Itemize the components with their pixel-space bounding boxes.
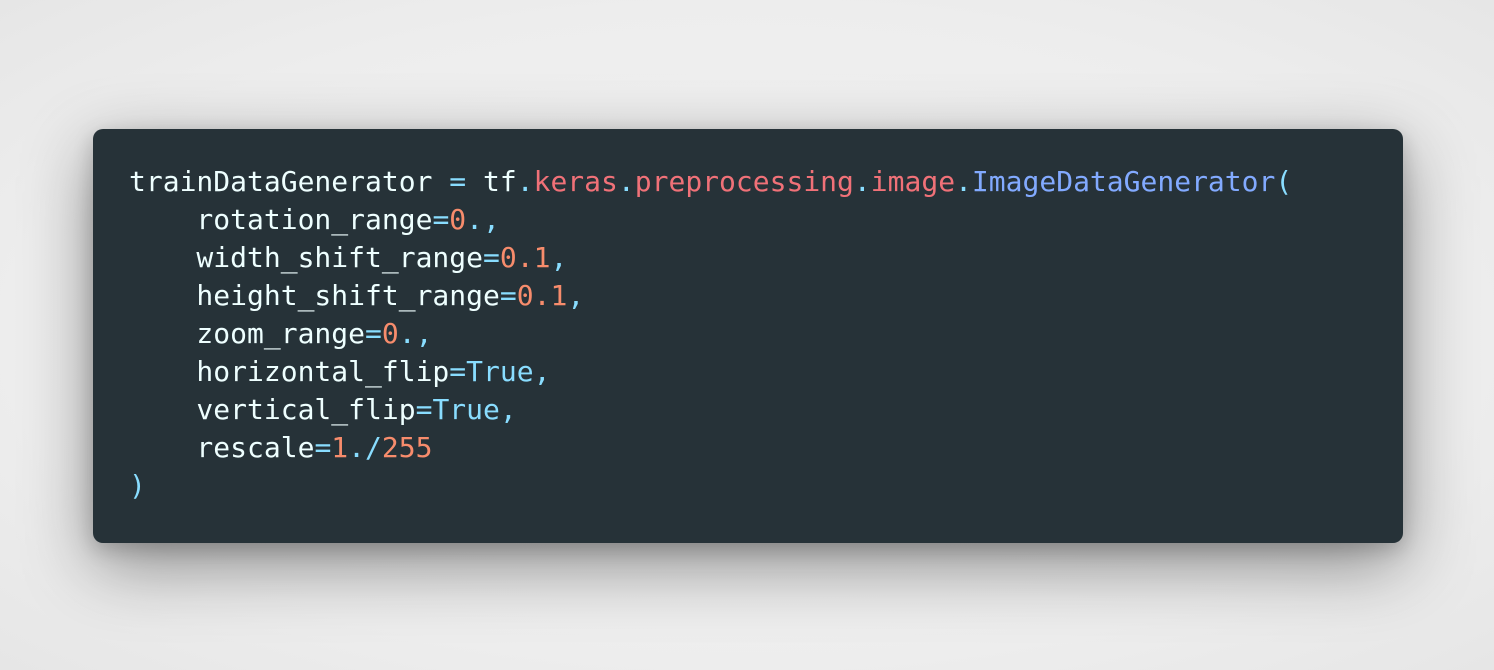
code-token: .: [853, 165, 871, 198]
code-token: height_shift_range: [129, 279, 500, 312]
code-line: rotation_range=0.,: [129, 201, 1367, 239]
code-token: rotation_range: [129, 203, 433, 236]
code-line: zoom_range=0.,: [129, 315, 1367, 353]
code-token: 0.1: [499, 241, 551, 274]
code-token: 0: [381, 317, 399, 350]
code-token: True: [432, 393, 500, 426]
code-token: zoom_range: [129, 317, 366, 350]
code-token: 0: [449, 203, 467, 236]
code-token: .,: [398, 317, 433, 350]
code-token: preprocessing: [634, 165, 854, 198]
code-token: .: [955, 165, 972, 198]
code-token: 0.1: [516, 279, 568, 312]
code-token: =: [365, 317, 382, 350]
code-token: True: [466, 355, 534, 388]
code-token: width_shift_range: [129, 241, 484, 274]
code-line: height_shift_range=0.1,: [129, 277, 1367, 315]
code-token: ,: [550, 241, 568, 274]
code-window: trainDataGenerator = tf.keras.preprocess…: [93, 129, 1403, 543]
code-token: rescale: [129, 431, 315, 464]
code-line: rescale=1./255: [129, 429, 1367, 467]
code-token: (: [1275, 165, 1293, 198]
code-line: horizontal_flip=True,: [129, 353, 1367, 391]
code-token: 1: [331, 431, 349, 464]
code-token: =: [483, 241, 500, 274]
code-token: horizontal_flip: [129, 355, 450, 388]
code-token: ,: [567, 279, 585, 312]
code-token: ,: [533, 355, 551, 388]
code-token: ./: [348, 431, 382, 464]
code-token: =: [415, 393, 433, 426]
code-block: trainDataGenerator = tf.keras.preprocess…: [129, 163, 1367, 505]
code-token: ImageDataGenerator: [971, 165, 1276, 198]
code-token: tf: [483, 165, 517, 198]
code-token: keras: [533, 165, 618, 198]
code-line: trainDataGenerator = tf.keras.preprocess…: [129, 163, 1367, 201]
code-token: vertical_flip: [129, 393, 416, 426]
code-token: .: [617, 165, 635, 198]
code-line: vertical_flip=True,: [129, 391, 1367, 429]
code-line: ): [129, 467, 1367, 505]
code-token: .,: [466, 203, 500, 236]
code-token: =: [449, 165, 467, 198]
code-token: 255: [381, 431, 433, 464]
code-token: ,: [499, 393, 517, 426]
code-token: ): [129, 469, 146, 502]
code-token: trainDataGenerator: [129, 165, 433, 198]
code-token: image: [870, 165, 956, 198]
code-token: =: [449, 355, 467, 388]
code-line: width_shift_range=0.1,: [129, 239, 1367, 277]
code-token: =: [314, 431, 332, 464]
code-token: =: [499, 279, 517, 312]
code-token: =: [432, 203, 450, 236]
code-token: .: [516, 165, 534, 198]
